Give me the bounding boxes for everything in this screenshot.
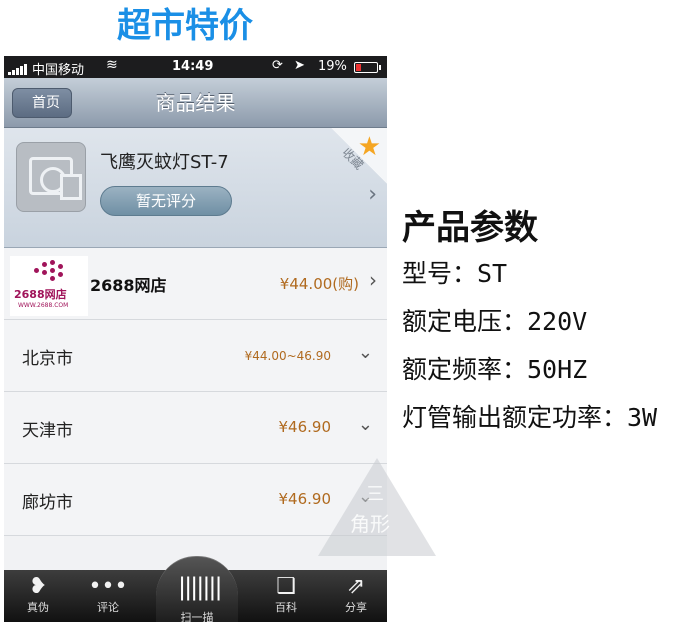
shop-name: 2688网店	[90, 276, 167, 295]
spec-voltage: 额定电压：220V	[402, 307, 588, 336]
banner-title: 超市特价	[117, 6, 253, 46]
shop-logo-url: WWW.2688.COM	[18, 302, 69, 309]
signal-icon	[8, 60, 28, 75]
city-row[interactable]: 天津市 ¥46.90 ⌄	[4, 392, 387, 464]
book-icon: ❑	[276, 574, 296, 599]
rotation-lock-icon: ⟳	[272, 58, 283, 73]
barcode-icon: |||||||	[178, 573, 223, 601]
heart-shield-icon: ❥	[28, 574, 48, 599]
city-name: 天津市	[22, 421, 73, 441]
chevron-right-icon: ›	[368, 182, 377, 207]
clock: 14:49	[172, 59, 214, 74]
star-icon[interactable]: ★	[358, 134, 381, 160]
share-icon: ⇗	[346, 574, 366, 599]
chevron-right-icon: ›	[369, 268, 377, 292]
battery-percent: 19%	[318, 59, 347, 74]
nav-bar: 商品结果 首页	[4, 78, 387, 128]
wifi-icon: ≋	[106, 57, 118, 73]
city-price: ¥46.90	[278, 418, 332, 436]
carrier-name: 中国移动	[32, 63, 85, 78]
city-price: ¥44.00~46.90	[244, 349, 331, 363]
chevron-down-icon[interactable]: ⌄	[358, 414, 373, 435]
tab-label: 真伪	[27, 601, 49, 614]
back-button[interactable]: 首页	[12, 88, 72, 118]
rating-button[interactable]: 暂无评分	[100, 186, 232, 216]
product-thumbnail	[16, 142, 86, 212]
chevron-down-icon[interactable]: ⌄	[358, 342, 373, 363]
tab-bar: ❥ 真伪 ••• 评论 ||||||| 扫一描 ❑ 百科 ⇗ 分享	[4, 556, 387, 622]
shop-logo: 2688网店 WWW.2688.COM	[10, 256, 88, 316]
photo-placeholder-icon	[29, 157, 82, 200]
shop-logo-brand: 2688网店	[14, 288, 67, 301]
location-icon: ➤	[294, 58, 305, 73]
city-name: 北京市	[22, 349, 73, 369]
tab-encyclopedia[interactable]: ❑ 百科	[256, 570, 316, 622]
spec-model: 型号：ST	[402, 259, 508, 288]
tab-comments[interactable]: ••• 评论	[78, 570, 138, 622]
status-bar: 中国移动 ≋ 14:49 ⟳ ➤ 19%	[4, 56, 387, 78]
city-row[interactable]: 北京市 ¥44.00~46.90 ⌄	[4, 320, 387, 392]
product-name: 飞鹰灭蚊灯ST-7	[100, 152, 229, 173]
tab-share[interactable]: ⇗ 分享	[326, 570, 386, 622]
spec-frequency: 额定频率：50HZ	[402, 355, 588, 384]
tab-label: 分享	[345, 601, 367, 614]
tab-label: 扫一描	[180, 611, 214, 622]
product-card[interactable]: 飞鹰灭蚊灯ST-7 暂无评分 收藏 ★ ›	[4, 128, 387, 248]
shop-row[interactable]: 2688网店 WWW.2688.COM 2688网店 ¥44.00(购) ›	[4, 248, 387, 320]
battery-icon	[354, 62, 381, 73]
shop-price: ¥44.00(购)	[279, 275, 359, 293]
spec-power: 灯管输出额定功率：3W	[402, 403, 658, 432]
tab-authenticity[interactable]: ❥ 真伪	[8, 570, 68, 622]
spec-title: 产品参数	[402, 208, 538, 248]
city-name: 廊坊市	[22, 493, 73, 513]
tab-label: 百科	[275, 601, 297, 614]
watermark-logo: 三 角形	[318, 458, 436, 556]
tab-label: 评论	[97, 601, 119, 614]
chat-bubble-icon: •••	[88, 574, 128, 599]
